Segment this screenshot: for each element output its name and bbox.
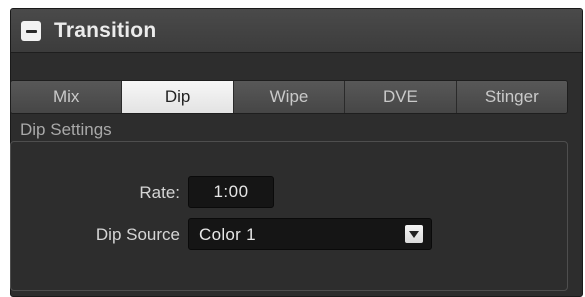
panel-title: Transition xyxy=(54,19,157,42)
tab-mix[interactable]: Mix xyxy=(11,81,123,113)
rate-label: Rate: xyxy=(139,183,180,202)
collapse-button[interactable] xyxy=(21,21,41,41)
rate-field[interactable]: 1:00 xyxy=(188,176,274,208)
tab-wipe[interactable]: Wipe xyxy=(233,81,346,113)
transition-tabs: Mix Dip Wipe DVE Stinger xyxy=(10,80,568,114)
tab-dip[interactable]: Dip xyxy=(122,81,234,113)
triangle-down-icon xyxy=(409,230,419,238)
dip-settings-group xyxy=(10,141,568,291)
dip-settings-legend: Dip Settings xyxy=(14,120,118,140)
minus-icon xyxy=(25,29,37,33)
dip-source-select[interactable]: Color 1 xyxy=(188,218,432,250)
dip-source-value: Color 1 xyxy=(199,225,256,244)
dropdown-button[interactable] xyxy=(405,225,423,243)
panel-header[interactable]: Transition xyxy=(11,9,582,53)
tab-stinger[interactable]: Stinger xyxy=(456,81,567,113)
tab-dve[interactable]: DVE xyxy=(345,81,457,113)
dip-source-label: Dip Source xyxy=(95,225,180,244)
